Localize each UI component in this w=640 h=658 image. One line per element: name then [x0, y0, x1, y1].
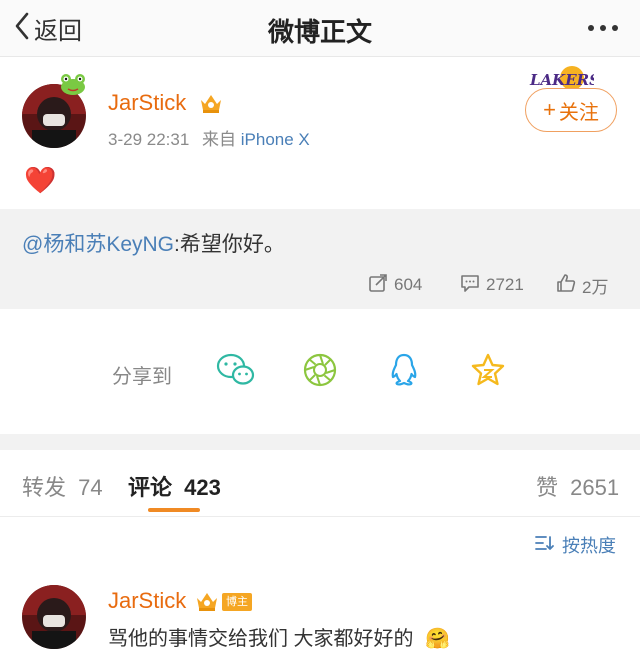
page-title: 微博正文 — [267, 17, 372, 47]
share-arrow-icon — [368, 273, 394, 298]
dot-icon — [588, 25, 594, 31]
comment-text: 骂他的事情交给我们 大家都好好的 🤗 — [108, 622, 450, 651]
dot-icon — [612, 25, 618, 31]
star-icon — [470, 352, 506, 393]
tab-likes[interactable]: 赞 2651 — [536, 470, 619, 502]
tab-comments[interactable]: 评论 423 — [128, 470, 221, 502]
tab-comments-label: 评论 — [128, 475, 173, 500]
moments-share-button[interactable] — [298, 350, 342, 394]
post-username[interactable]: JarStick — [108, 90, 186, 116]
heart-emoji: ❤️ — [24, 165, 57, 195]
like-count: 2万 — [582, 277, 609, 297]
sort-by-hot-button[interactable]: 按热度 — [534, 532, 616, 558]
frog-decoration-icon — [58, 72, 88, 101]
tab-likes-count: 2651 — [570, 475, 620, 500]
retweet-like-stat[interactable]: 2万 — [556, 272, 608, 298]
tab-repost-count: 74 — [78, 475, 103, 500]
lakers-logo-text: LAKERS — [529, 71, 594, 89]
hug-emoji: 🤗 — [425, 628, 451, 650]
more-options-button[interactable] — [578, 14, 628, 42]
author-badge: 博主 — [222, 593, 252, 611]
comment-bubble-icon — [460, 273, 486, 298]
source-prefix: 来自 — [202, 130, 237, 149]
share-count: 604 — [394, 275, 423, 294]
retweet-mention[interactable]: @杨和苏KeyNG — [22, 233, 174, 256]
sort-label: 按热度 — [562, 536, 616, 556]
comment-count: 2721 — [486, 275, 524, 294]
retweet-block[interactable] — [0, 209, 640, 309]
vip-crown-icon — [195, 590, 219, 617]
post-meta: 3-29 22:31 来自 iPhone X — [108, 125, 310, 150]
sort-icon — [534, 534, 562, 557]
tab-repost-label: 转发 — [22, 475, 67, 500]
moments-aperture-icon — [302, 352, 338, 393]
comment-body: 骂他的事情交给我们 大家都好好的 — [108, 628, 414, 650]
dot-icon — [600, 25, 606, 31]
wechat-icon — [216, 352, 256, 393]
post-time: 3-29 22:31 — [108, 130, 190, 149]
vip-crown-icon — [199, 92, 223, 119]
share-to-label: 分享到 — [112, 366, 172, 388]
follow-label: 关注 — [558, 101, 599, 124]
tab-likes-label: 赞 — [536, 475, 559, 500]
retweet-text: @杨和苏KeyNG:希望你好。 — [22, 228, 285, 258]
retweet-body: :希望你好。 — [174, 233, 285, 256]
tab-repost[interactable]: 转发 74 — [22, 470, 103, 502]
thumbs-up-icon — [556, 273, 582, 298]
comment-avatar[interactable] — [22, 585, 86, 649]
comment-username[interactable]: JarStick — [108, 588, 186, 614]
post-source[interactable]: iPhone X — [241, 130, 310, 149]
follow-button[interactable]: + 关注 — [525, 88, 617, 132]
qq-share-button[interactable] — [382, 350, 426, 394]
active-tab-underline — [148, 508, 200, 512]
favorite-share-button[interactable] — [466, 350, 510, 394]
retweet-comment-stat[interactable]: 2721 — [460, 272, 524, 298]
retweet-share-stat[interactable]: 604 — [368, 272, 422, 298]
qq-penguin-icon — [388, 352, 420, 393]
tabs-divider — [0, 516, 640, 517]
tab-comments-count: 423 — [184, 475, 221, 500]
section-divider — [0, 434, 640, 450]
plus-icon: + — [543, 97, 556, 122]
wechat-share-button[interactable] — [214, 350, 258, 394]
